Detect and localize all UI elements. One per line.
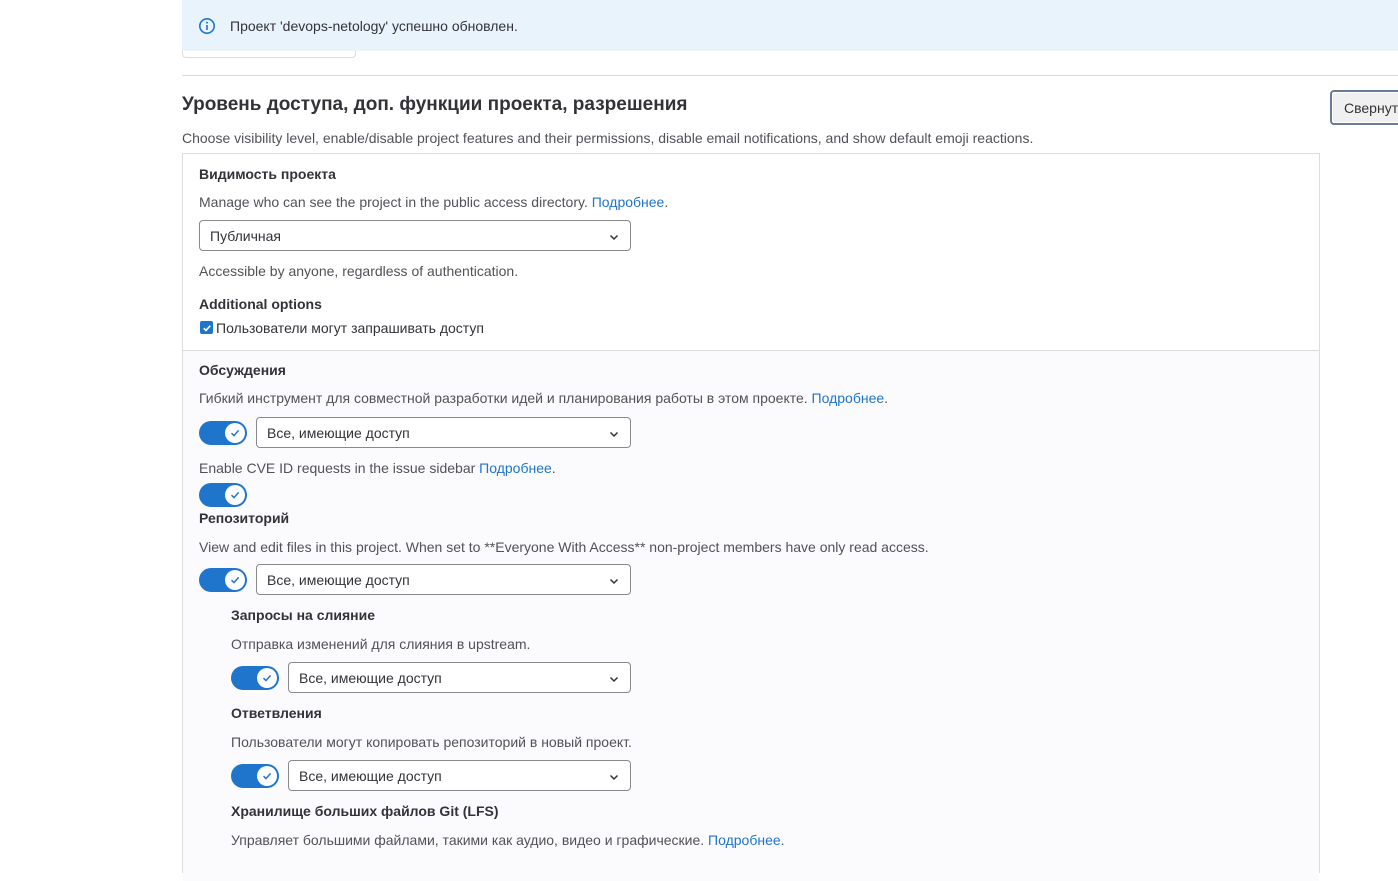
merge-requests-label: Запросы на слияние — [231, 607, 375, 623]
check-icon — [225, 423, 245, 443]
section-description: Choose visibility level, enable/disable … — [182, 130, 1034, 146]
check-icon — [257, 766, 277, 786]
flash-message: Проект 'devops-netology' успешно обновле… — [182, 0, 1398, 51]
repository-help: View and edit files in this project. Whe… — [199, 539, 929, 555]
additional-options-label: Additional options — [199, 296, 322, 312]
issues-access-select[interactable]: Все, имеющие доступ — [256, 417, 631, 448]
repository-access-select[interactable]: Все, имеющие доступ — [256, 564, 631, 595]
merge-requests-toggle[interactable] — [231, 666, 279, 690]
merge-requests-help: Отправка изменений для слияния в upstrea… — [231, 636, 531, 652]
issues-help-text: Гибкий инструмент для совместной разрабо… — [199, 390, 808, 406]
issues-label: Обсуждения — [199, 362, 286, 378]
check-icon — [225, 570, 245, 590]
repository-toggle[interactable] — [199, 568, 247, 592]
chevron-down-icon — [608, 427, 620, 439]
forks-access-select[interactable]: Все, имеющие доступ — [288, 760, 631, 791]
request-access-checkbox[interactable] — [200, 321, 213, 334]
issues-help: Гибкий инструмент для совместной разрабо… — [199, 390, 889, 406]
lfs-learn-more-link[interactable]: Подробнее — [708, 832, 781, 848]
forks-toggle[interactable] — [231, 764, 279, 788]
cve-help: Enable CVE ID requests in the issue side… — [199, 460, 556, 476]
lfs-label: Хранилище больших файлов Git (LFS) — [231, 803, 499, 819]
chevron-down-icon — [608, 672, 620, 684]
issues-select-value: Все, имеющие доступ — [267, 424, 410, 441]
collapse-button[interactable]: Свернут — [1330, 90, 1398, 125]
lfs-help-text: Управляет большими файлами, такими как а… — [231, 832, 705, 848]
partial-button[interactable] — [182, 51, 356, 58]
visibility-learn-more-link[interactable]: Подробнее — [592, 194, 665, 210]
cve-help-text: Enable CVE ID requests in the issue side… — [199, 460, 476, 476]
forks-help: Пользователи могут копировать репозитори… — [231, 734, 632, 750]
issues-toggle[interactable] — [199, 421, 247, 445]
visibility-help: Manage who can see the project in the pu… — [199, 194, 669, 210]
check-icon — [225, 485, 245, 505]
request-access-label: Пользователи могут запрашивать доступ — [216, 320, 484, 336]
merge-requests-access-select[interactable]: Все, имеющие доступ — [288, 662, 631, 693]
visibility-select-value: Публичная — [210, 227, 281, 244]
flash-text: Проект 'devops-netology' успешно обновле… — [230, 17, 518, 34]
info-icon — [198, 17, 216, 35]
issues-learn-more-link[interactable]: Подробнее — [812, 390, 885, 406]
check-icon — [257, 668, 277, 688]
visibility-block: Видимость проекта Manage who can see the… — [183, 154, 1319, 351]
section-title: Уровень доступа, доп. функции проекта, р… — [182, 94, 688, 115]
settings-panel: Видимость проекта Manage who can see the… — [182, 153, 1320, 881]
cve-toggle[interactable] — [199, 483, 247, 507]
visibility-label: Видимость проекта — [199, 166, 336, 182]
features-block: Обсуждения Гибкий инструмент для совмест… — [183, 351, 1319, 881]
chevron-down-icon — [608, 770, 620, 782]
forks-select-value: Все, имеющие доступ — [299, 767, 442, 784]
section-divider — [182, 75, 1398, 76]
repository-label: Репозиторий — [199, 510, 290, 526]
chevron-down-icon — [608, 574, 620, 586]
chevron-down-icon — [608, 230, 620, 242]
lfs-help: Управляет большими файлами, такими как а… — [231, 832, 785, 848]
visibility-select[interactable]: Публичная — [199, 220, 631, 251]
forks-label: Ответвления — [231, 705, 322, 721]
cve-learn-more-link[interactable]: Подробнее — [479, 460, 552, 476]
repository-select-value: Все, имеющие доступ — [267, 571, 410, 588]
visibility-note: Accessible by anyone, regardless of auth… — [199, 263, 519, 279]
visibility-help-text: Manage who can see the project in the pu… — [199, 194, 588, 210]
merge-requests-select-value: Все, имеющие доступ — [299, 669, 442, 686]
